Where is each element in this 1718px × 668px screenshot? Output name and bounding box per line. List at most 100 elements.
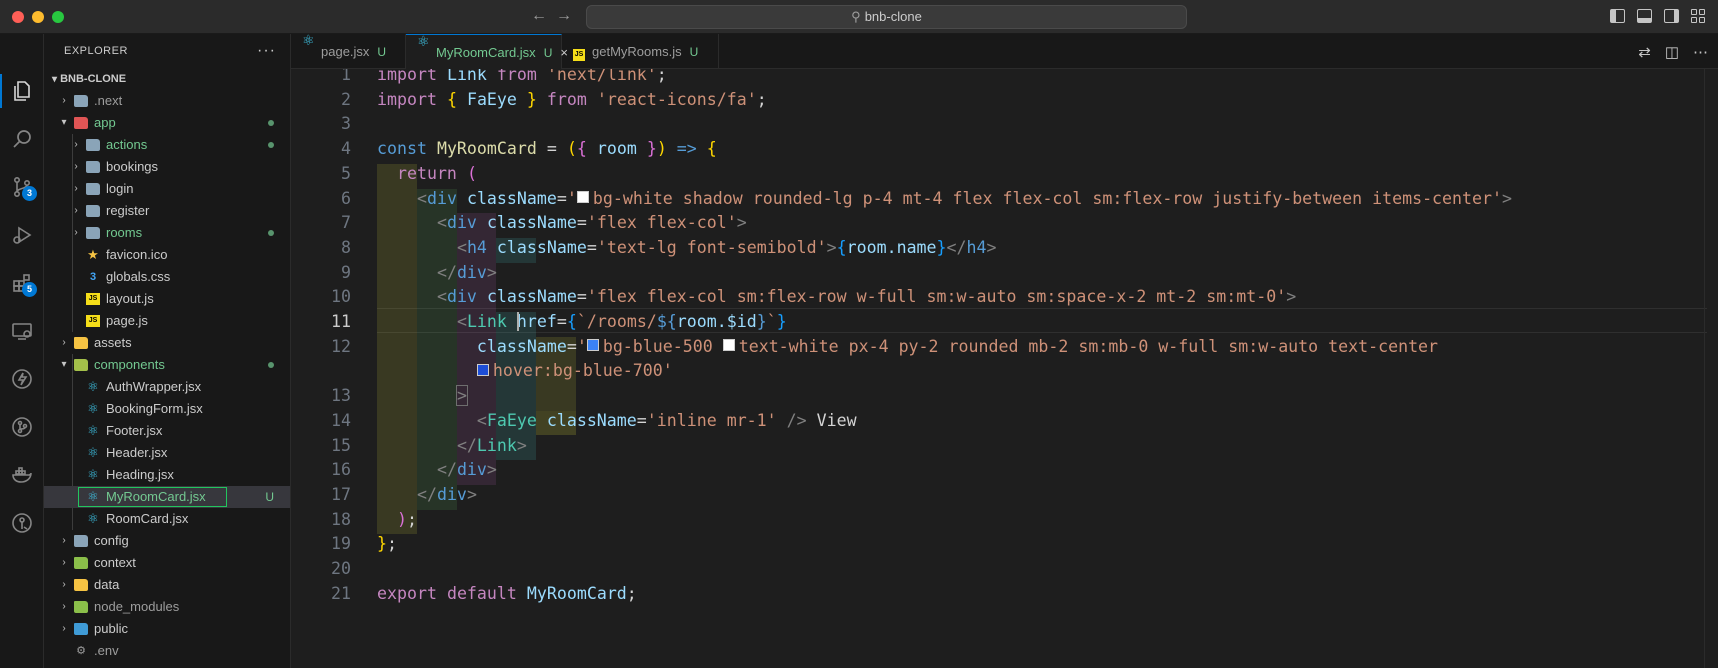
forward-arrow-icon[interactable]: →	[556, 7, 572, 25]
line-number: 3	[341, 114, 351, 134]
tree-item-roomcard-jsx[interactable]: ⚛ RoomCard.jsx	[44, 508, 290, 530]
tree-item-label: login	[106, 181, 134, 196]
toggle-panel-icon[interactable]	[1637, 9, 1652, 23]
tree-item-data[interactable]: › data	[44, 574, 290, 596]
tree-item-app[interactable]: ▾ app	[44, 112, 290, 134]
tree-item-public[interactable]: › public	[44, 618, 290, 640]
tree-item-assets[interactable]: › assets	[44, 332, 290, 354]
tree-item-bookings[interactable]: › bookings	[44, 156, 290, 178]
toggle-secondary-sidebar-icon[interactable]	[1664, 9, 1679, 23]
tab-myroomcard-jsx[interactable]: ⚛ MyRoomCard.jsx U ×	[406, 34, 568, 69]
back-arrow-icon[interactable]: ←	[531, 7, 547, 25]
file-icon: ⚛	[87, 467, 99, 482]
file-icon: ⚛	[87, 401, 99, 416]
line-number: 17	[331, 484, 351, 504]
tab-page-jsx[interactable]: ⚛ page.jsx U	[291, 33, 406, 69]
folder-icon	[74, 359, 88, 371]
folder-icon	[74, 557, 88, 569]
git-status-dot	[268, 362, 274, 368]
line-number: 10	[331, 287, 351, 307]
folder-icon	[74, 337, 88, 349]
toggle-primary-sidebar-icon[interactable]	[1610, 9, 1625, 23]
thunder-client-icon[interactable]	[7, 364, 37, 394]
color-swatch-white[interactable]	[576, 191, 589, 203]
tree-item-label: config	[94, 533, 129, 548]
explorer-icon[interactable]	[7, 76, 37, 106]
extensions-icon[interactable]: 5	[7, 268, 37, 298]
tree-item-actions[interactable]: › actions	[44, 134, 290, 156]
folder-icon	[74, 601, 88, 613]
editor-tab-bar: ⚛ page.jsx U ⚛ MyRoomCard.jsx U × JS getMyR…	[291, 33, 1718, 69]
tree-item-label: page.js	[106, 313, 148, 328]
tree-item-label: register	[106, 203, 150, 218]
close-window-button[interactable]	[12, 11, 24, 23]
tree-item-next[interactable]: › .next	[44, 90, 290, 112]
zoom-window-button[interactable]	[52, 11, 64, 23]
selection-highlight-box	[78, 487, 227, 507]
code-line-13: >	[455, 385, 468, 407]
remote-explorer-icon[interactable]	[7, 316, 37, 346]
git-graph-icon[interactable]	[7, 412, 37, 442]
search-icon: ⚲	[851, 9, 861, 24]
tree-item-page-js[interactable]: JS page.js	[44, 310, 290, 332]
code-line-12: className=' bg-blue-500 text-white px-4 p…	[476, 336, 1439, 356]
tree-item-label: rooms	[106, 225, 143, 240]
color-swatch-white[interactable]	[722, 339, 735, 352]
source-control-icon[interactable]: 3	[7, 172, 37, 202]
code-line-8: <h4 className='text-lg font-semibold'>{r…	[456, 237, 997, 257]
text-cursor	[516, 312, 519, 331]
source-control-badge: 3	[22, 186, 37, 201]
tree-item-config[interactable]: › config	[44, 530, 290, 552]
tree-item-register[interactable]: › register	[44, 200, 290, 222]
chevron-right-icon: ›	[62, 337, 66, 348]
tree-item-layout-js[interactable]: JS layout.js	[44, 288, 290, 310]
minimize-window-button[interactable]	[32, 11, 44, 23]
search-icon[interactable]	[7, 124, 37, 154]
editor-scrollbar[interactable]	[1704, 69, 1718, 668]
tree-item-heading-jsx[interactable]: ⚛ Heading.jsx	[44, 464, 290, 486]
tree-item-env[interactable]: ⚙ .env	[44, 640, 290, 662]
open-changes-icon[interactable]: ⇄	[1638, 43, 1651, 61]
code-line-1: import Link from 'next/link';	[377, 69, 667, 84]
line-number: 20	[331, 559, 351, 578]
run-debug-icon[interactable]	[7, 220, 37, 250]
js-file-icon: JS	[573, 34, 585, 69]
tree-item-node-modules[interactable]: › node_modules	[44, 596, 290, 618]
tree-item-myroomcard-jsx[interactable]: ⚛ MyRoomCard.jsx U	[44, 486, 290, 508]
tree-item-header-jsx[interactable]: ⚛ Header.jsx	[44, 442, 290, 464]
gitlens-icon[interactable]	[7, 508, 37, 538]
split-editor-icon[interactable]: ◫	[1665, 43, 1679, 61]
more-actions-icon[interactable]: ···	[257, 34, 276, 68]
code-line-9: </div>	[436, 262, 497, 282]
folder-icon	[74, 95, 88, 107]
more-actions-icon[interactable]: ⋯	[1693, 43, 1708, 61]
tree-item-label: node_modules	[94, 599, 180, 614]
tree-item-label: Header.jsx	[106, 445, 168, 460]
color-swatch-blue-700[interactable]	[476, 363, 489, 376]
tree-item-bookingform-jsx[interactable]: ⚛ BookingForm.jsx	[44, 398, 290, 420]
tab-label: MyRoomCard.jsx	[436, 45, 536, 60]
code-line-7: <div className='flex flex-col'>	[436, 213, 747, 233]
tree-item-globals-css[interactable]: 3 globals.css	[44, 266, 290, 288]
customize-layout-icon[interactable]	[1691, 9, 1706, 23]
chevron-right-icon: ›	[74, 161, 78, 172]
workspace-root[interactable]: ▾ BNB-CLONE	[44, 68, 290, 90]
code-line-11: <Link href={`/rooms/${room.$id}`}	[456, 312, 787, 331]
chevron-down-icon: ▾	[61, 117, 67, 128]
editor-actions: ⇄ ◫ ⋯	[1638, 43, 1708, 61]
tab-getmyrooms-js[interactable]: JS getMyRooms.js U	[562, 34, 719, 69]
tree-item-favicon-ico[interactable]: ★ favicon.ico	[44, 244, 290, 266]
chevron-right-icon: ›	[74, 183, 78, 194]
tree-item-rooms[interactable]: › rooms	[44, 222, 290, 244]
tree-item-label: actions	[106, 137, 148, 152]
command-center-search[interactable]: ⚲ bnb-clone	[586, 5, 1187, 29]
tree-item-authwrapper-jsx[interactable]: ⚛ AuthWrapper.jsx	[44, 376, 290, 398]
color-swatch-blue-500[interactable]	[586, 339, 599, 352]
tree-item-label: context	[94, 555, 136, 570]
tree-item-components[interactable]: ▾ components	[44, 354, 290, 376]
tree-item-footer-jsx[interactable]: ⚛ Footer.jsx	[44, 420, 290, 442]
tree-item-login[interactable]: › login	[44, 178, 290, 200]
code-editor[interactable]: 1 2 3 4 5 6 7 8 9 10 11 12 13 14 15 16 17 18 19 20 21 import…	[291, 69, 1718, 668]
docker-icon[interactable]	[7, 460, 37, 490]
tree-item-context[interactable]: › context	[44, 552, 290, 574]
